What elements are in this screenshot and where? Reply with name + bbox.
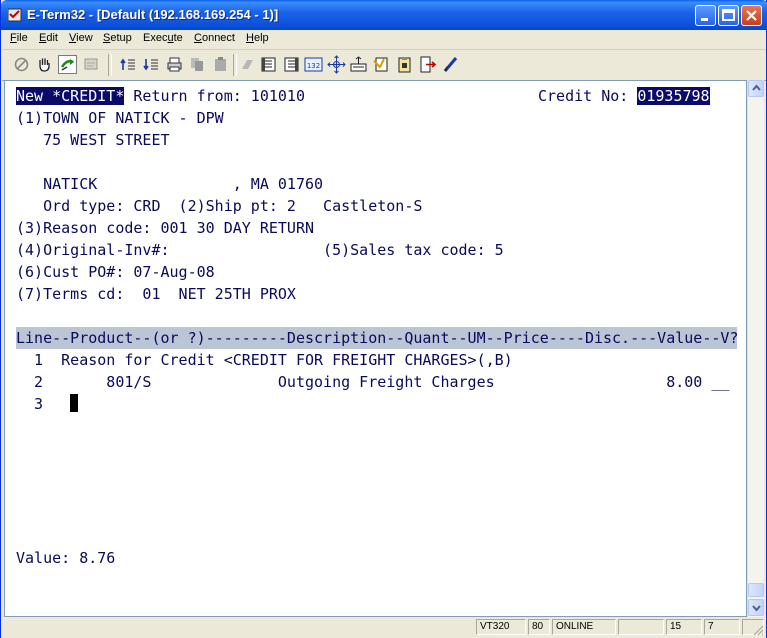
scroll-down-button[interactable] [748,599,764,616]
menu-execute[interactable]: Execute [143,32,183,44]
edit-icon [443,57,458,72]
credit-no-label: Credit No: [538,87,638,105]
close-icon [746,10,757,21]
clipboard-icon [398,57,411,73]
window-title: E-Term32 - [Default (192.168.169.254 - 1… [27,7,279,22]
status-col: 7 [704,619,740,635]
paste-button[interactable] [211,55,230,74]
total-value-line: Value: 8.76 [16,549,116,567]
print-icon [167,57,182,72]
address-line: 75 WEST STREET [16,131,170,149]
copy-button[interactable] [188,55,207,74]
close-button[interactable] [741,5,762,26]
status-bar: VT320 80 ONLINE 15 7 [2,617,766,638]
grid-row-3: 3 [16,395,62,413]
hand-icon [39,58,50,72]
toolbar-separator [233,54,237,76]
disconnect-icon [84,58,98,70]
app-window: E-Term32 - [Default (192.168.169.254 - 1… [0,0,767,638]
toolbar-separator [108,54,112,76]
maximize-button[interactable] [718,5,739,26]
mode-label: New *CREDIT* [16,87,125,105]
send-file-button[interactable] [119,55,138,74]
grid-header: Line--Product--(or ?)---------Descriptio… [16,327,739,349]
menu-view[interactable]: View [69,32,93,44]
maximize-icon [722,9,735,21]
status-emulation: VT320 [476,619,526,635]
minimize-button[interactable] [695,5,716,26]
connect-icon [60,59,74,71]
status-columns: 80 [528,619,550,635]
reason-code-line: (3)Reason code: 001 30 DAY RETURN [16,219,315,237]
stop-button[interactable] [12,55,31,74]
move-button[interactable] [327,55,346,74]
scroll-thumb[interactable] [748,583,764,597]
page-button[interactable] [259,55,278,74]
credit-no-field: Credit No: 01935798 [538,85,710,107]
grid-row-1: 1 Reason for Credit <CREDIT FOR FREIGHT … [16,351,513,369]
vt-132-button[interactable]: 132 [304,55,323,74]
paste-icon [215,57,226,71]
page-icon [261,57,276,72]
customer-line: (1)TOWN OF NATICK - DPW [16,109,224,127]
exit-icon [420,56,437,73]
page-alt-icon [284,57,299,72]
cust-po-line: (6)Cust PO#: 07-Aug-08 [16,263,215,281]
terms-line: (7)Terms cd: 01 NET 25TH PROX [16,285,296,303]
status-connection: ONLINE [552,619,616,635]
arrow-down-icon [752,605,761,612]
menu-setup[interactable]: Setup [103,32,132,44]
erase-button[interactable] [238,55,257,74]
terminal-line-header: New *CREDIT* Return from: 101010 [16,85,305,107]
receive-file-icon [143,59,158,71]
order-type-line: Ord type: CRD (2)Ship pt: 2 Castleton-S [16,197,423,215]
clipboard-button[interactable] [395,55,414,74]
status-blank-1 [618,619,664,635]
scroll-up-button[interactable] [748,80,764,97]
arrow-up-icon [752,84,761,91]
edit-button[interactable] [442,55,461,74]
move-icon [327,55,346,74]
status-row: 15 [666,619,702,635]
toolbar: 132 [2,50,766,81]
keyboard-icon [350,56,367,72]
erase-icon [242,60,253,69]
menu-connect[interactable]: Connect [194,32,235,44]
terminal-screen[interactable]: New *CREDIT* Return from: 101010 Credit … [4,80,747,617]
title-bar[interactable]: E-Term32 - [Default (192.168.169.254 - 1… [1,0,767,30]
disconnect-button[interactable] [82,55,101,74]
menu-bar: File Edit View Setup Execute Connect Hel… [2,30,766,50]
original-invoice-line: (4)Original-Inv#: (5)Sales tax code: 5 [16,241,504,259]
print-button[interactable] [165,55,184,74]
svg-text:132: 132 [307,62,320,70]
script-icon [373,57,388,72]
vertical-scrollbar[interactable] [747,80,764,617]
grid-row-2: 2 801/S Outgoing Freight Charges 8.00 __ [16,373,730,391]
city-line: NATICK , MA 01760 [16,175,324,193]
exit-button[interactable] [418,55,437,74]
vt-132-icon: 132 [304,57,323,72]
credit-no-value[interactable]: 01935798 [637,87,710,105]
hand-button[interactable] [35,55,54,74]
resize-grip-icon[interactable] [752,624,764,636]
return-from: Return from: 101010 [124,87,305,105]
script-button[interactable] [372,55,391,74]
send-file-icon [120,58,135,70]
receive-file-button[interactable] [142,55,161,74]
minimize-icon [701,18,708,21]
page-alt-button[interactable] [282,55,301,74]
menu-file[interactable]: File [10,32,28,44]
text-cursor [70,394,78,412]
connect-button[interactable] [58,55,77,74]
app-terminal-icon [8,8,22,22]
menu-edit[interactable]: Edit [39,32,58,44]
menu-help[interactable]: Help [246,32,269,44]
copy-icon [191,58,203,71]
stop-icon [14,57,29,72]
keyboard-button[interactable] [349,55,368,74]
